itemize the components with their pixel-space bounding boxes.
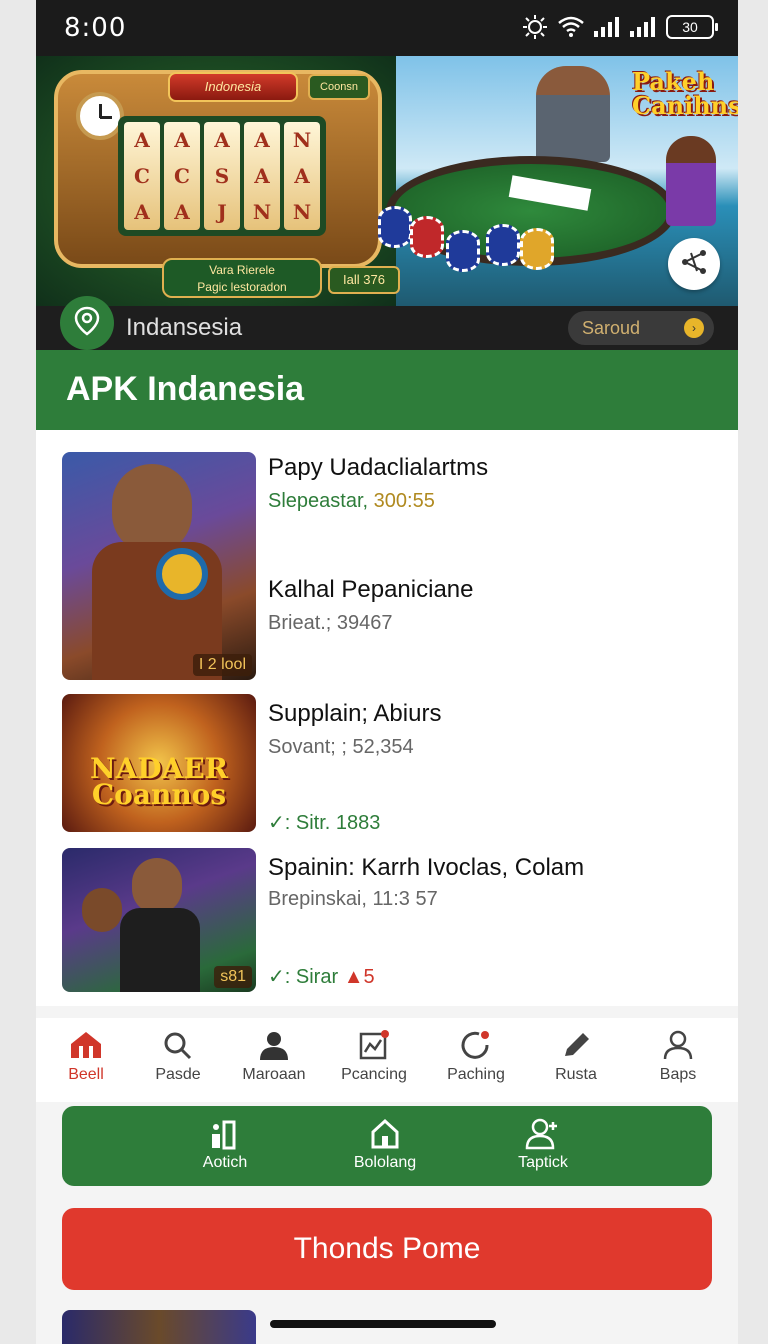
item-thumbnail: NADAER Coannos — [62, 694, 256, 832]
quick-actions: Aotich Bololang Taptick — [62, 1106, 712, 1186]
action-add-user[interactable]: Taptick — [488, 1118, 598, 1172]
pen-icon — [565, 1033, 589, 1056]
status-icons: 30 — [522, 14, 718, 40]
status-bar: 8:00 30 — [36, 0, 738, 56]
share-button[interactable] — [668, 238, 720, 290]
reel: ASJ — [204, 122, 240, 230]
bell-icon: ▲ — [343, 966, 364, 988]
page-title: APK Indanesia — [66, 370, 305, 408]
slot-subtitle: Vara Rierele Pagic lestoradon — [162, 258, 322, 298]
tag-icon: ✓: — [268, 812, 291, 834]
nav-item-user[interactable]: Maroaan — [224, 1030, 324, 1084]
item-thumbnail: s81 — [62, 848, 256, 992]
action-apps[interactable]: Aotich — [170, 1118, 280, 1172]
signal-icon — [594, 17, 620, 37]
action-home[interactable]: Bololang — [330, 1118, 440, 1172]
search-icon — [164, 1032, 192, 1060]
arrow-icon: › — [684, 318, 704, 338]
phone-screen: 8:00 30 Indonesia Coonsn A C A A C A A S… — [36, 0, 738, 1344]
item-rating: ✓: Sitr. 1883 — [268, 812, 381, 834]
status-time: 8:00 — [64, 13, 127, 43]
signal-icon-2 — [630, 17, 656, 37]
home-indicator[interactable] — [270, 1320, 496, 1328]
slot-machine-art: Indonesia Coonsn ACA ACA ASJ AAN NAN Var… — [36, 56, 400, 306]
slot-machine: Indonesia Coonsn ACA ACA ASJ AAN NAN Var… — [54, 70, 400, 298]
add-user-icon — [525, 1118, 557, 1150]
item-thumbnail: I 2 lool — [62, 452, 256, 680]
location-pin-button[interactable] — [60, 296, 114, 350]
hero-banner[interactable]: Indonesia Coonsn ACA ACA ASJ AAN NAN Var… — [36, 56, 738, 306]
chip-stacks — [376, 206, 576, 286]
item-title: Kalhal Pepaniciane — [268, 576, 474, 603]
item-meta: Brepinskai, 11:3 57 — [268, 888, 438, 910]
location-pin-icon — [74, 306, 100, 341]
location-name: Indansesia — [126, 314, 243, 341]
app-list: I 2 lool Papy Uadaclialartms Slepeastar,… — [36, 430, 738, 1006]
casino-logo: Pakeh Canihns — [632, 67, 738, 120]
slot-tag: Coonsn — [308, 74, 370, 100]
battery-icon: 30 — [666, 15, 718, 39]
next-item-thumbnail — [62, 1310, 256, 1344]
refresh-icon — [461, 1031, 489, 1059]
share-icon — [679, 247, 709, 282]
home-icon — [71, 1032, 101, 1058]
section-header: APK Indanesia — [36, 350, 738, 430]
reel: ACA — [164, 122, 200, 230]
house-icon — [371, 1118, 399, 1149]
primary-cta-button[interactable]: Thonds Pome — [62, 1208, 712, 1290]
reel: ACA — [124, 122, 160, 230]
player-figure — [536, 66, 610, 162]
location-bar: Indansesia Saroud › — [36, 296, 738, 350]
player-figure — [666, 136, 716, 226]
slot-reels: ACA ACA ASJ AAN NAN — [118, 116, 326, 236]
search-pill[interactable]: Saroud › — [568, 311, 714, 345]
chart-icon — [359, 1030, 389, 1060]
item-rating: ✓: Sirar ▲5 — [268, 966, 375, 988]
wifi-icon — [558, 16, 584, 38]
item-meta: Sovant; ; 52,354 — [268, 736, 414, 758]
tag-icon: ✓: — [268, 966, 291, 988]
nav-item-home[interactable]: Beell — [36, 1030, 136, 1084]
apps-icon — [212, 1120, 236, 1150]
nav-item-pen[interactable]: Rusta — [526, 1030, 626, 1084]
nav-item-refresh[interactable]: Paching — [426, 1030, 526, 1084]
item-title: Supplain; Abiurs — [268, 700, 442, 727]
reel: AAN — [244, 122, 280, 230]
brightness-icon — [522, 14, 548, 40]
user-icon — [260, 1032, 288, 1060]
reel: NAN — [284, 122, 320, 230]
clock-icon — [76, 92, 124, 140]
slot-title: Indonesia — [168, 72, 298, 102]
bottom-nav: Beell Pasde Maroaan Pcancing Paching Rus… — [36, 1018, 738, 1102]
nav-item-search[interactable]: Pasde — [128, 1030, 228, 1084]
item-meta: Slepeastar, 300:55 — [268, 490, 435, 512]
profile-icon — [663, 1030, 693, 1060]
nav-item-chart[interactable]: Pcancing — [324, 1030, 424, 1084]
item-title: Spainin: Karrh Ivoclas, Colam — [268, 854, 585, 881]
item-title: Papy Uadaclialartms — [268, 454, 489, 481]
item-meta: Brieat.; 39467 — [268, 612, 393, 634]
nav-item-profile[interactable]: Baps — [628, 1030, 728, 1084]
